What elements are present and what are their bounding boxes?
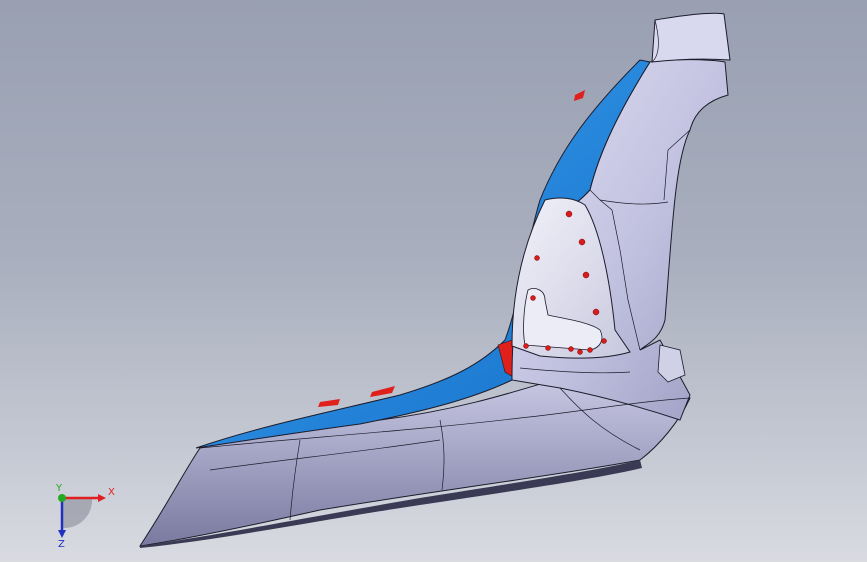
red-dot-icon	[565, 210, 573, 218]
y-axis-origin-icon	[58, 494, 66, 502]
z-axis-arrowhead	[58, 530, 66, 538]
red-dot-icon	[601, 338, 607, 344]
red-edge-strip	[370, 386, 395, 397]
top-cap-surface[interactable]	[651, 12, 731, 63]
side-clip[interactable]	[657, 344, 686, 383]
z-axis-label: Z	[58, 539, 65, 548]
red-edge-strip	[574, 90, 585, 101]
red-dot-icon	[587, 347, 593, 353]
cad-graphics-viewport[interactable]: X Y Z	[0, 0, 867, 562]
red-dot-icon	[568, 346, 574, 352]
x-axis-arrowhead	[98, 494, 106, 502]
cad-part-model[interactable]	[0, 0, 867, 562]
red-dot-icon	[578, 238, 586, 246]
orientation-triad: X Y Z	[55, 483, 115, 548]
red-dot-icon	[523, 343, 529, 349]
red-dot-icon	[582, 271, 590, 279]
y-axis-label: Y	[55, 483, 63, 494]
red-dot-icon	[530, 295, 536, 301]
red-dot-icon	[577, 349, 583, 355]
red-edge-strip	[318, 399, 340, 407]
red-dot-icon	[534, 255, 540, 261]
x-axis-label: X	[108, 487, 115, 498]
red-dot-icon	[545, 345, 551, 351]
red-dot-icon	[592, 308, 600, 316]
triad-shadow	[62, 498, 93, 529]
